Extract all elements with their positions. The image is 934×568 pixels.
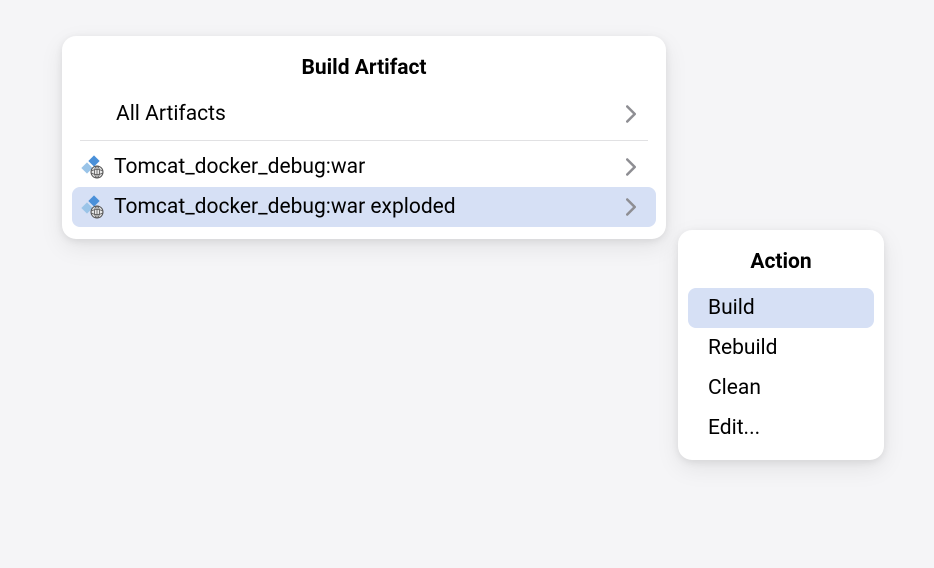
action-label: Rebuild [708, 336, 778, 360]
action-build[interactable]: Build [688, 288, 874, 328]
action-rebuild[interactable]: Rebuild [688, 328, 874, 368]
action-popup: Action Build Rebuild Clean Edit... [678, 230, 884, 460]
action-edit[interactable]: Edit... [688, 408, 874, 448]
web-artifact-icon [80, 195, 104, 219]
action-label: Edit... [708, 416, 760, 440]
action-label: Build [708, 296, 755, 320]
chevron-right-icon [624, 155, 638, 179]
menu-item-all-artifacts[interactable]: All Artifacts [72, 94, 656, 134]
menu-item-artifact-war-exploded[interactable]: Tomcat_docker_debug:war exploded [72, 187, 656, 227]
chevron-right-icon [624, 195, 638, 219]
menu-item-label: Tomcat_docker_debug:war [114, 155, 614, 179]
action-title: Action [678, 242, 884, 288]
menu-item-label: All Artifacts [116, 102, 614, 126]
action-clean[interactable]: Clean [688, 368, 874, 408]
web-artifact-icon [80, 155, 104, 179]
menu-item-label: Tomcat_docker_debug:war exploded [114, 195, 614, 219]
menu-item-artifact-war[interactable]: Tomcat_docker_debug:war [72, 147, 656, 187]
action-label: Clean [708, 376, 761, 400]
divider [80, 140, 648, 141]
build-artifact-popup: Build Artifact All Artifacts Tomcat_dock… [62, 36, 666, 239]
build-artifact-title: Build Artifact [62, 48, 666, 94]
chevron-right-icon [624, 102, 638, 126]
